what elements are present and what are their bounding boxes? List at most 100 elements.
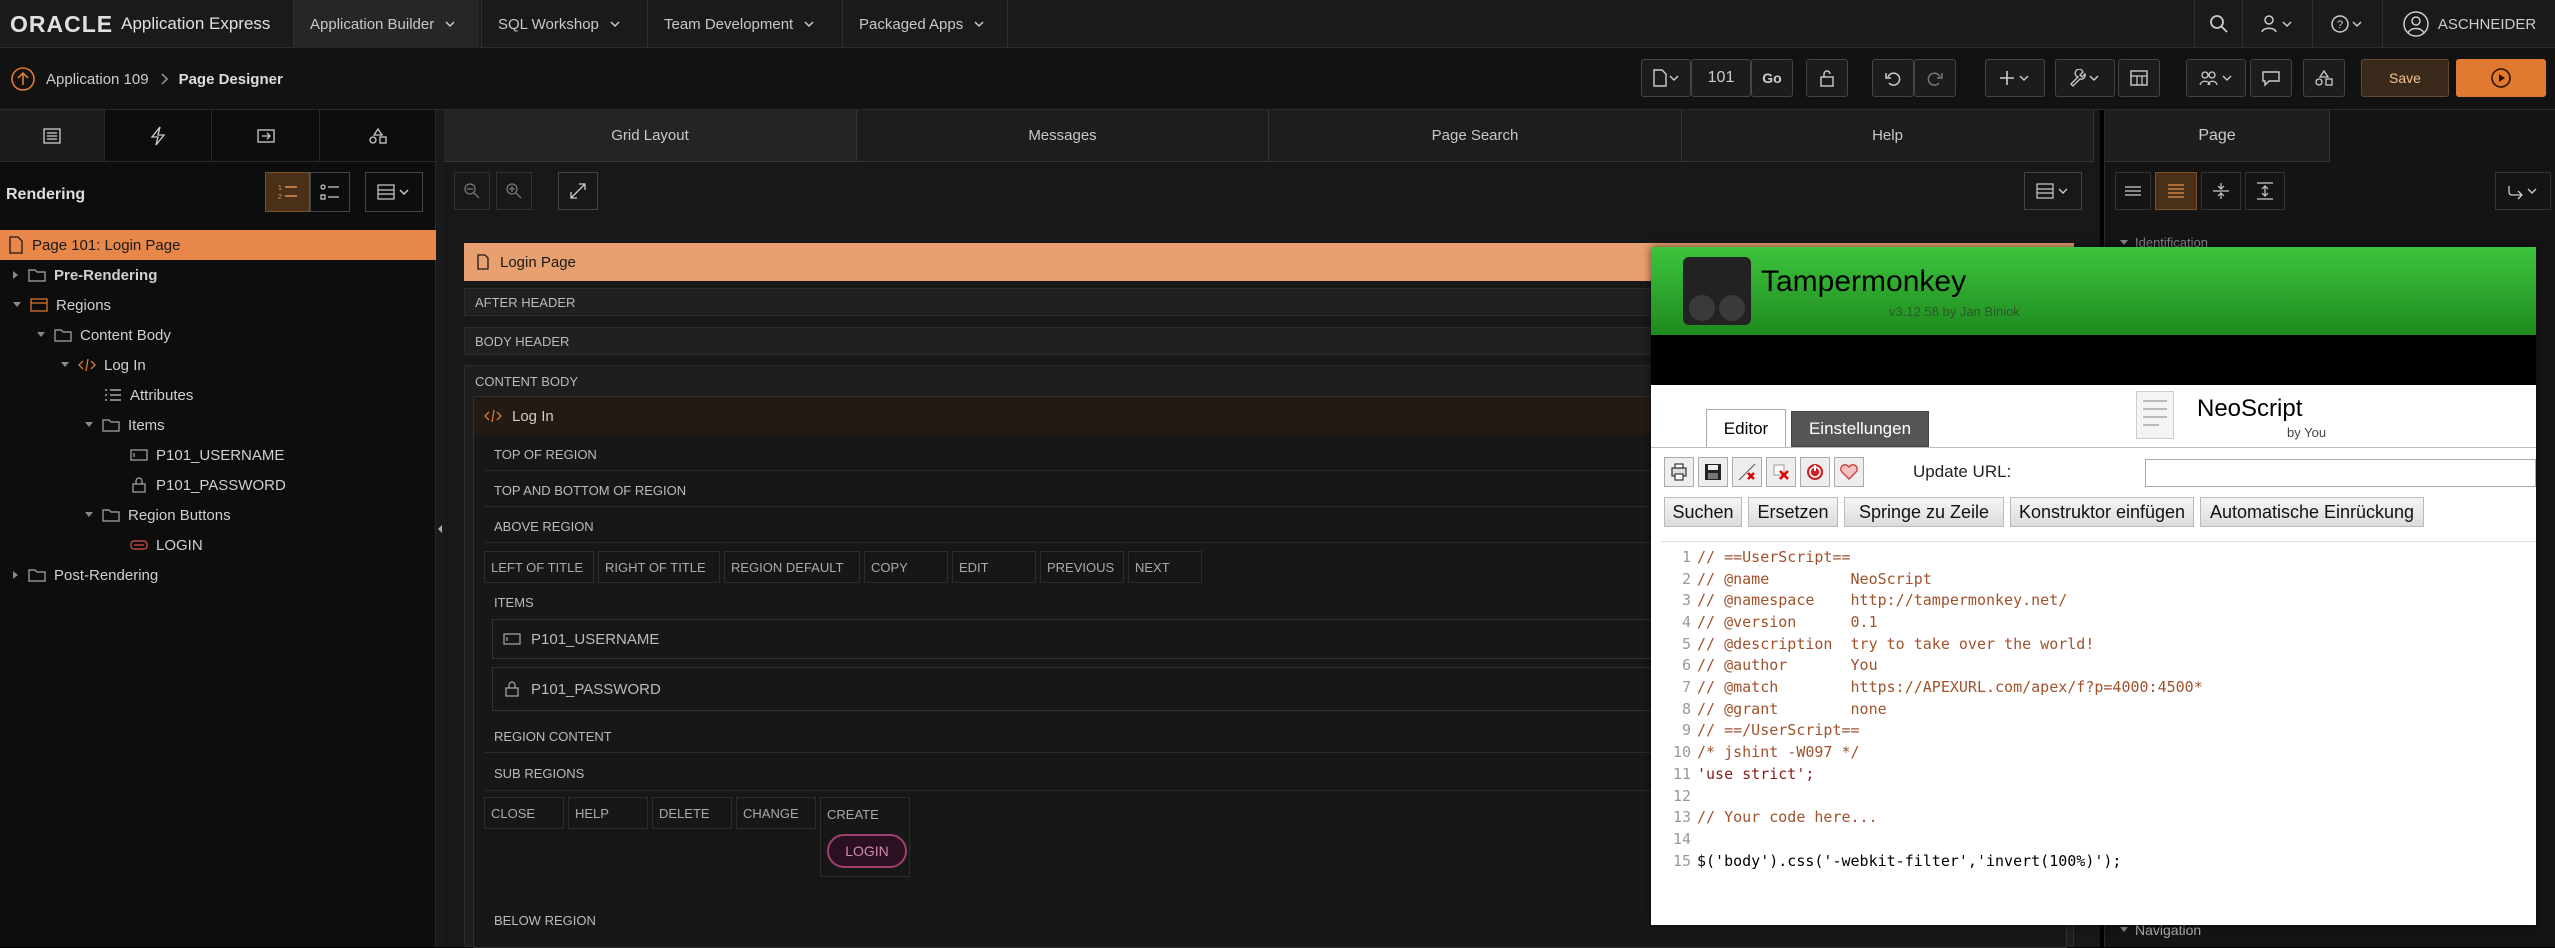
left-splitter[interactable] bbox=[436, 110, 444, 947]
code-line[interactable]: 12 bbox=[1661, 785, 1697, 807]
slot-copy[interactable]: COPY bbox=[864, 551, 948, 583]
tab-messages[interactable]: Messages bbox=[857, 110, 1269, 162]
zoom-in-button[interactable] bbox=[496, 172, 532, 210]
tree-options-menu[interactable] bbox=[365, 172, 423, 212]
tab-page[interactable]: Page bbox=[2105, 110, 2330, 162]
tree-item-region-buttons[interactable]: Region Buttons bbox=[0, 500, 436, 530]
login-button[interactable]: LOGIN bbox=[827, 834, 907, 868]
auto-indent-button[interactable]: Automatische Einrückung bbox=[2200, 497, 2424, 527]
tab-help[interactable]: Help bbox=[1682, 110, 2094, 162]
goto-line-button[interactable]: Springe zu Zeile bbox=[1844, 497, 2004, 527]
show-all-button[interactable] bbox=[2155, 172, 2197, 210]
expand-all-button[interactable] bbox=[2245, 172, 2285, 210]
team-dev-menu-button[interactable] bbox=[2186, 59, 2246, 97]
slot-close[interactable]: CLOSE bbox=[484, 797, 564, 829]
code-line[interactable]: 6 // @author You bbox=[1661, 655, 1878, 677]
expand-button[interactable] bbox=[558, 172, 598, 210]
tree-item-pre-rendering[interactable]: Pre-Rendering bbox=[0, 260, 436, 290]
code-line[interactable]: 3 // @namespace http://tampermonkey.net/ bbox=[1661, 589, 2067, 611]
go-to-group-menu[interactable] bbox=[2495, 172, 2551, 210]
tab-dynamic-actions[interactable] bbox=[105, 110, 212, 162]
code-line[interactable]: 7 // @match https://APEXURL.com/apex/f?p=… bbox=[1661, 676, 2203, 698]
disable-script-button[interactable] bbox=[1800, 457, 1830, 487]
shared-objects-button[interactable] bbox=[2303, 59, 2345, 97]
comments-button[interactable] bbox=[2250, 59, 2292, 97]
slot-left-of-title[interactable]: LEFT OF TITLE bbox=[484, 551, 594, 583]
save-script-button[interactable] bbox=[1698, 457, 1728, 487]
tab-packaged-apps[interactable]: Packaged Apps bbox=[842, 0, 1008, 48]
tree-item-regions[interactable]: Regions bbox=[0, 290, 436, 320]
update-url-input[interactable] bbox=[2145, 459, 2536, 487]
tree-item-p101-password[interactable]: P101_PASSWORD bbox=[0, 470, 436, 500]
editor-tool-1[interactable] bbox=[1664, 457, 1694, 487]
slot-right-of-title[interactable]: RIGHT OF TITLE bbox=[598, 551, 720, 583]
slot-previous[interactable]: PREVIOUS bbox=[1040, 551, 1124, 583]
redo-button[interactable] bbox=[1914, 59, 1956, 97]
tab-processing[interactable] bbox=[212, 110, 320, 162]
tree-item-post-rendering[interactable]: Post-Rendering bbox=[0, 560, 436, 590]
reset-script-button[interactable] bbox=[1834, 457, 1864, 487]
slot-delete[interactable]: DELETE bbox=[652, 797, 732, 829]
user-menu[interactable]: ASCHNEIDER bbox=[2382, 0, 2555, 48]
code-line[interactable]: 4 // @version 0.1 bbox=[1661, 611, 1878, 633]
tab-application-builder[interactable]: Application Builder bbox=[293, 0, 479, 48]
slot-next[interactable]: NEXT bbox=[1128, 551, 1202, 583]
tab-sql-workshop[interactable]: SQL Workshop bbox=[481, 0, 647, 48]
create-menu-button[interactable] bbox=[1985, 59, 2045, 97]
tab-einstellungen[interactable]: Einstellungen bbox=[1791, 411, 1929, 447]
show-common-button[interactable] bbox=[2115, 172, 2151, 210]
lock-page-button[interactable] bbox=[1806, 59, 1848, 97]
view-tree-button[interactable]: 12 bbox=[265, 172, 310, 212]
slot-help[interactable]: HELP bbox=[568, 797, 648, 829]
run-page-button[interactable] bbox=[2456, 59, 2546, 97]
zoom-out-button[interactable] bbox=[454, 172, 490, 210]
tree-item-login-button[interactable]: LOGIN bbox=[0, 530, 436, 560]
close-script-button[interactable] bbox=[1732, 457, 1762, 487]
code-line[interactable]: 8 // @grant none bbox=[1661, 698, 1887, 720]
code-line[interactable]: 5 // @description try to take over the wo… bbox=[1661, 633, 2094, 655]
tree-item-content-body[interactable]: Content Body bbox=[0, 320, 436, 350]
tree-item-page[interactable]: Page 101: Login Page bbox=[0, 230, 436, 260]
replace-button[interactable]: Ersetzen bbox=[1748, 497, 1838, 527]
tab-rendering[interactable] bbox=[0, 110, 105, 162]
delete-script-button[interactable] bbox=[1766, 457, 1796, 487]
save-button[interactable]: Save bbox=[2361, 59, 2449, 97]
code-line[interactable]: 9 // ==/UserScript== bbox=[1661, 720, 1860, 742]
slot-create[interactable]: CREATE LOGIN bbox=[820, 797, 910, 877]
breadcrumb-application[interactable]: Application 109 bbox=[46, 71, 149, 88]
tree-item-p101-username[interactable]: P101_USERNAME bbox=[0, 440, 436, 470]
code-line[interactable]: 10 /* jshint -W097 */ bbox=[1661, 741, 1860, 763]
page-number-input[interactable]: 101 bbox=[1691, 59, 1751, 97]
undo-button[interactable] bbox=[1872, 59, 1914, 97]
collapse-all-button[interactable] bbox=[2201, 172, 2241, 210]
up-arrow-icon[interactable] bbox=[10, 66, 36, 92]
code-line[interactable]: 13 // Your code here... bbox=[1661, 806, 1878, 828]
slot-change[interactable]: CHANGE bbox=[736, 797, 816, 829]
search-button[interactable] bbox=[2194, 0, 2242, 48]
go-button[interactable]: Go bbox=[1751, 59, 1793, 97]
tab-team-development[interactable]: Team Development bbox=[647, 0, 842, 48]
search-button[interactable]: Suchen bbox=[1664, 497, 1742, 527]
code-line[interactable]: 11 'use strict'; bbox=[1661, 763, 1814, 785]
utilities-menu-button[interactable] bbox=[2055, 59, 2115, 97]
tab-shared-components[interactable] bbox=[320, 110, 436, 162]
tree-item-items[interactable]: Items bbox=[0, 410, 436, 440]
code-line[interactable]: 14 bbox=[1661, 828, 1697, 850]
shared-components-button[interactable] bbox=[2118, 59, 2160, 97]
slot-region-default[interactable]: REGION DEFAULT bbox=[724, 551, 860, 583]
insert-constructor-button[interactable]: Konstruktor einfügen bbox=[2010, 497, 2194, 527]
code-line[interactable]: 15 $('body').css('-webkit-filter','invert… bbox=[1661, 850, 2122, 872]
slot-edit[interactable]: EDIT bbox=[952, 551, 1036, 583]
tab-grid-layout[interactable]: Grid Layout bbox=[444, 110, 857, 162]
layout-options-menu[interactable] bbox=[2024, 172, 2082, 210]
tab-editor[interactable]: Editor bbox=[1706, 409, 1786, 447]
help-menu[interactable]: ? bbox=[2312, 0, 2382, 48]
administration-menu[interactable] bbox=[2242, 0, 2312, 48]
code-editor[interactable]: 1 // ==UserScript== 2 // @name NeoScript 3 //… bbox=[1661, 541, 2536, 919]
code-line[interactable]: 2 // @name NeoScript bbox=[1661, 568, 1932, 590]
view-component-button[interactable] bbox=[310, 172, 350, 212]
tree-item-attributes[interactable]: Attributes bbox=[0, 380, 436, 410]
tree-item-log-in[interactable]: Log In bbox=[0, 350, 436, 380]
tab-page-search[interactable]: Page Search bbox=[1269, 110, 1682, 162]
page-selector-button[interactable] bbox=[1641, 59, 1691, 97]
